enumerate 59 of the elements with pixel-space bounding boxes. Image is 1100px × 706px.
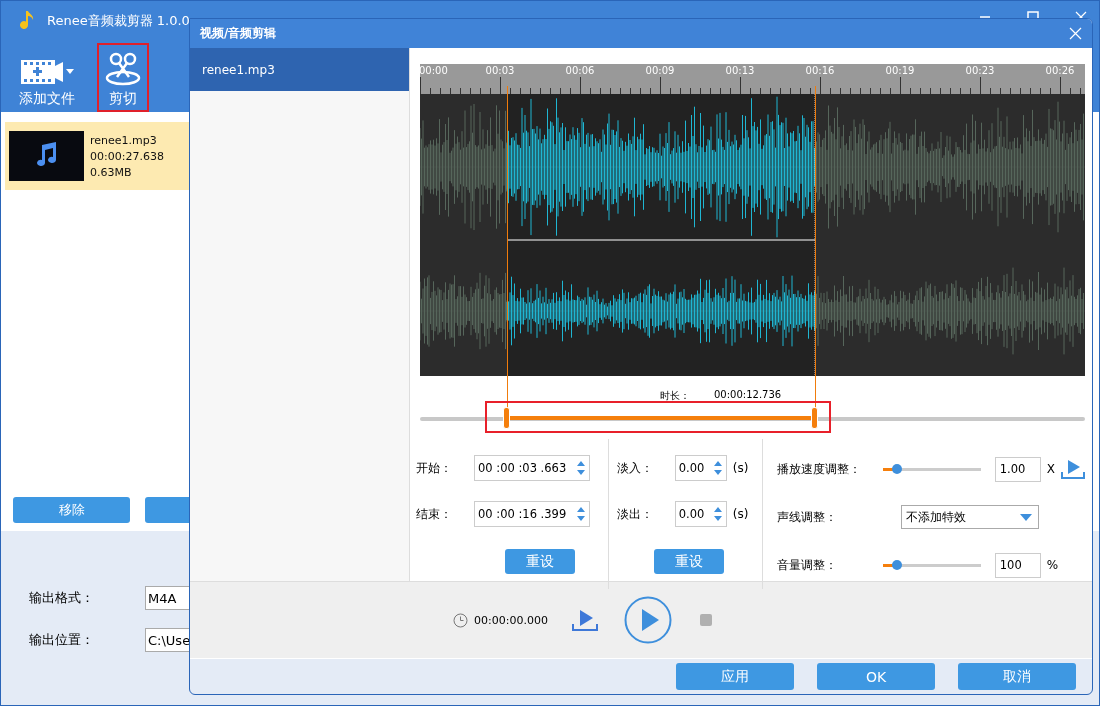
value-field[interactable]: 1.00 — [994, 456, 1041, 482]
end-handle[interactable] — [811, 407, 818, 429]
dialog-button[interactable]: 应用 — [676, 663, 794, 690]
time-label: 00:00 — [419, 65, 448, 76]
scissors-icon — [105, 52, 141, 86]
unit-label: % — [1046, 558, 1059, 572]
reset-button[interactable]: 重设 — [504, 549, 575, 574]
setting-label: 播放速度调整： — [776, 460, 862, 478]
file-item[interactable]: renee1.mp3 — [190, 48, 409, 91]
toolbar-button[interactable]: 剪切 — [97, 43, 149, 112]
field-label: 开始： — [416, 459, 453, 477]
slider-thumb[interactable] — [892, 463, 903, 474]
voice-effect-dropdown[interactable]: 不添加特效 — [900, 505, 1039, 529]
time-label: 00:13 — [725, 65, 755, 76]
fade-spinbox[interactable]: 0.00 — [674, 455, 727, 481]
output-label: 输出位置： — [29, 631, 95, 649]
file-name: renee1.mp3 — [90, 133, 158, 147]
field-label: 淡入： — [616, 459, 654, 477]
slider-thumb[interactable] — [892, 559, 903, 570]
dialog-button[interactable]: 取消 — [958, 663, 1076, 690]
film-add-icon — [19, 58, 75, 86]
value-field[interactable]: 100 — [994, 552, 1041, 578]
file-duration: 00:00:27.638 — [90, 149, 164, 163]
play-icon[interactable] — [623, 596, 672, 644]
setting-label: 音量调整： — [776, 556, 838, 574]
duration-label: 时长： — [660, 389, 690, 403]
fade-spinbox[interactable]: 0.00 — [674, 501, 727, 527]
time-label: 00:16 — [805, 65, 835, 76]
start-handle[interactable] — [503, 407, 511, 429]
setting-label: 声线调整： — [776, 508, 838, 526]
duration-value: 00:00:12.736 — [714, 389, 782, 402]
time-label: 00:26 — [1045, 65, 1075, 76]
dialog-button[interactable]: OK — [817, 663, 935, 690]
unit-label: (s) — [732, 461, 749, 475]
remove-button[interactable]: 移除 — [13, 497, 130, 523]
time-label: 00:06 — [565, 65, 595, 76]
output-label: 输出格式： — [29, 589, 95, 607]
field-label: 淡出： — [616, 505, 654, 523]
unit-label: (s) — [732, 507, 749, 521]
file-size: 0.63MB — [90, 165, 133, 179]
play-preview-icon[interactable] — [1061, 458, 1085, 480]
stop-icon[interactable] — [699, 614, 712, 626]
playback-time: 00:00:00.000 — [474, 613, 548, 627]
time-label: 00:23 — [965, 65, 995, 76]
time-label: 00:03 — [485, 65, 515, 76]
time-label: 00:09 — [645, 65, 675, 76]
close-icon[interactable] — [1069, 27, 1082, 40]
window-title: Renee音频裁剪器 1.0.0 — [47, 12, 190, 30]
time-spinbox[interactable]: 00 :00 :16 .399 — [474, 501, 590, 527]
field-label: 结束： — [416, 505, 453, 523]
caret-icon — [1019, 513, 1032, 521]
dialog-title: 视频/音频剪辑 — [200, 25, 277, 42]
time-label: 00:19 — [885, 65, 915, 76]
play-preview-icon[interactable] — [571, 608, 598, 632]
toolbar-button[interactable]: 添加文件 — [15, 45, 79, 112]
unit-label: X — [1046, 462, 1055, 476]
clock-icon — [453, 612, 468, 628]
reset-button[interactable]: 重设 — [654, 549, 725, 574]
time-spinbox[interactable]: 00 :00 :03 .663 — [474, 455, 590, 481]
